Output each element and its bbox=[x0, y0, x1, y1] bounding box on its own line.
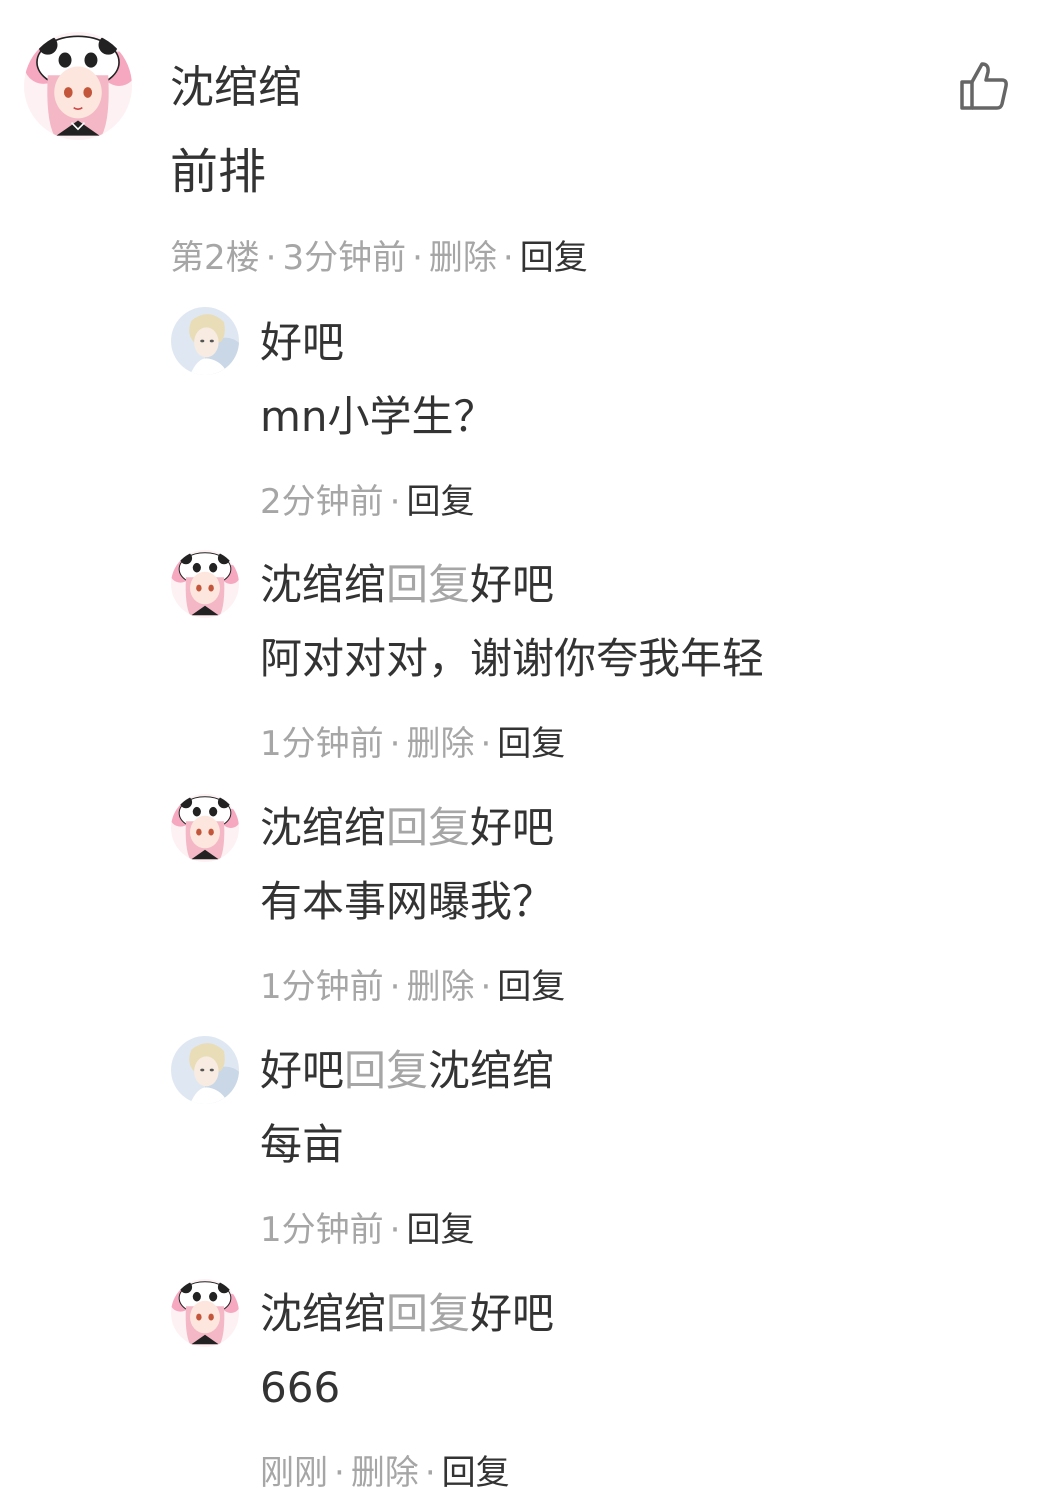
reply-content: 666 bbox=[260, 1363, 341, 1412]
reply-word: 回复 bbox=[344, 1046, 429, 1095]
reply-author-line: 沈绾绾回复好吧 bbox=[260, 801, 554, 855]
separator-dot: · bbox=[389, 967, 401, 1007]
separator-dot: · bbox=[480, 724, 492, 764]
separator-dot: · bbox=[265, 238, 277, 278]
reply-meta: 2分钟前 · 回复 bbox=[260, 480, 474, 524]
avatar[interactable] bbox=[171, 1279, 239, 1347]
reply-time: 2分钟前 bbox=[260, 482, 384, 522]
reply-content: 阿对对对，谢谢你夸我年轻 bbox=[260, 634, 765, 683]
reply-content: 有本事网曝我？ bbox=[260, 877, 555, 926]
thumbs-up-icon[interactable] bbox=[958, 60, 1010, 112]
reply-time: 1分钟前 bbox=[260, 967, 384, 1007]
reply-meta: 刚刚 · 删除 · 回复 bbox=[260, 1451, 510, 1495]
reply-author-name[interactable]: 好吧 bbox=[260, 1046, 344, 1095]
reply-time: 1分钟前 bbox=[260, 1210, 384, 1250]
reply-word: 回复 bbox=[386, 803, 471, 852]
delete-button[interactable]: 删除 bbox=[406, 967, 474, 1007]
separator-dot: · bbox=[424, 1453, 436, 1493]
reply-target-name[interactable]: 好吧 bbox=[470, 803, 554, 852]
avatar[interactable] bbox=[171, 794, 239, 862]
separator-dot: · bbox=[412, 238, 423, 278]
floor-label: 第2楼 bbox=[170, 238, 260, 278]
reply-button[interactable]: 回复 bbox=[520, 238, 588, 278]
delete-button[interactable]: 删除 bbox=[429, 238, 497, 278]
reply-word: 回复 bbox=[386, 560, 471, 609]
avatar[interactable] bbox=[24, 32, 132, 140]
comment-meta: 第2楼 · 3分钟前 · 删除 · 回复 bbox=[170, 236, 588, 280]
reply-content: 每亩 bbox=[260, 1120, 345, 1169]
reply-meta: 1分钟前 · 回复 bbox=[260, 1208, 474, 1252]
reply-target-name[interactable]: 好吧 bbox=[470, 560, 554, 609]
avatar[interactable] bbox=[171, 1036, 239, 1104]
comment-content: 前排 bbox=[170, 144, 267, 200]
separator-dot: · bbox=[389, 482, 401, 522]
separator-dot: · bbox=[389, 1210, 401, 1250]
reply-author-line: 好吧回复沈绾绾 bbox=[260, 1044, 554, 1098]
reply-button[interactable]: 回复 bbox=[497, 724, 565, 764]
separator-dot: · bbox=[334, 1453, 345, 1493]
reply-author-name[interactable]: 好吧 bbox=[260, 318, 344, 367]
separator-dot: · bbox=[502, 238, 514, 278]
comment-author-name[interactable]: 沈绾绾 bbox=[170, 60, 302, 116]
reply-author-line: 沈绾绾回复好吧 bbox=[260, 558, 554, 612]
comment-time: 3分钟前 bbox=[282, 238, 407, 278]
reply-author-name[interactable]: 沈绾绾 bbox=[260, 560, 386, 609]
delete-button[interactable]: 删除 bbox=[351, 1453, 419, 1493]
reply-button[interactable]: 回复 bbox=[442, 1453, 510, 1493]
reply-button[interactable]: 回复 bbox=[497, 967, 565, 1007]
avatar[interactable] bbox=[171, 307, 239, 375]
reply-target-name[interactable]: 沈绾绾 bbox=[428, 1046, 554, 1095]
reply-time: 刚刚 bbox=[260, 1453, 328, 1493]
reply-meta: 1分钟前 · 删除 · 回复 bbox=[260, 965, 565, 1009]
reply-author-name[interactable]: 沈绾绾 bbox=[260, 1289, 386, 1338]
reply-target-name[interactable]: 好吧 bbox=[470, 1289, 554, 1338]
separator-dot: · bbox=[389, 724, 401, 764]
reply-content: mn小学生？ bbox=[260, 392, 496, 441]
reply-word: 回复 bbox=[386, 1289, 471, 1338]
reply-meta: 1分钟前 · 删除 · 回复 bbox=[260, 722, 565, 766]
reply-time: 1分钟前 bbox=[260, 724, 384, 764]
reply-author-line: 好吧 bbox=[260, 316, 344, 370]
avatar[interactable] bbox=[171, 550, 239, 618]
reply-button[interactable]: 回复 bbox=[406, 482, 474, 522]
reply-button[interactable]: 回复 bbox=[406, 1210, 474, 1250]
delete-button[interactable]: 删除 bbox=[406, 724, 474, 764]
reply-author-line: 沈绾绾回复好吧 bbox=[260, 1287, 554, 1341]
reply-author-name[interactable]: 沈绾绾 bbox=[260, 803, 386, 852]
separator-dot: · bbox=[480, 967, 492, 1007]
